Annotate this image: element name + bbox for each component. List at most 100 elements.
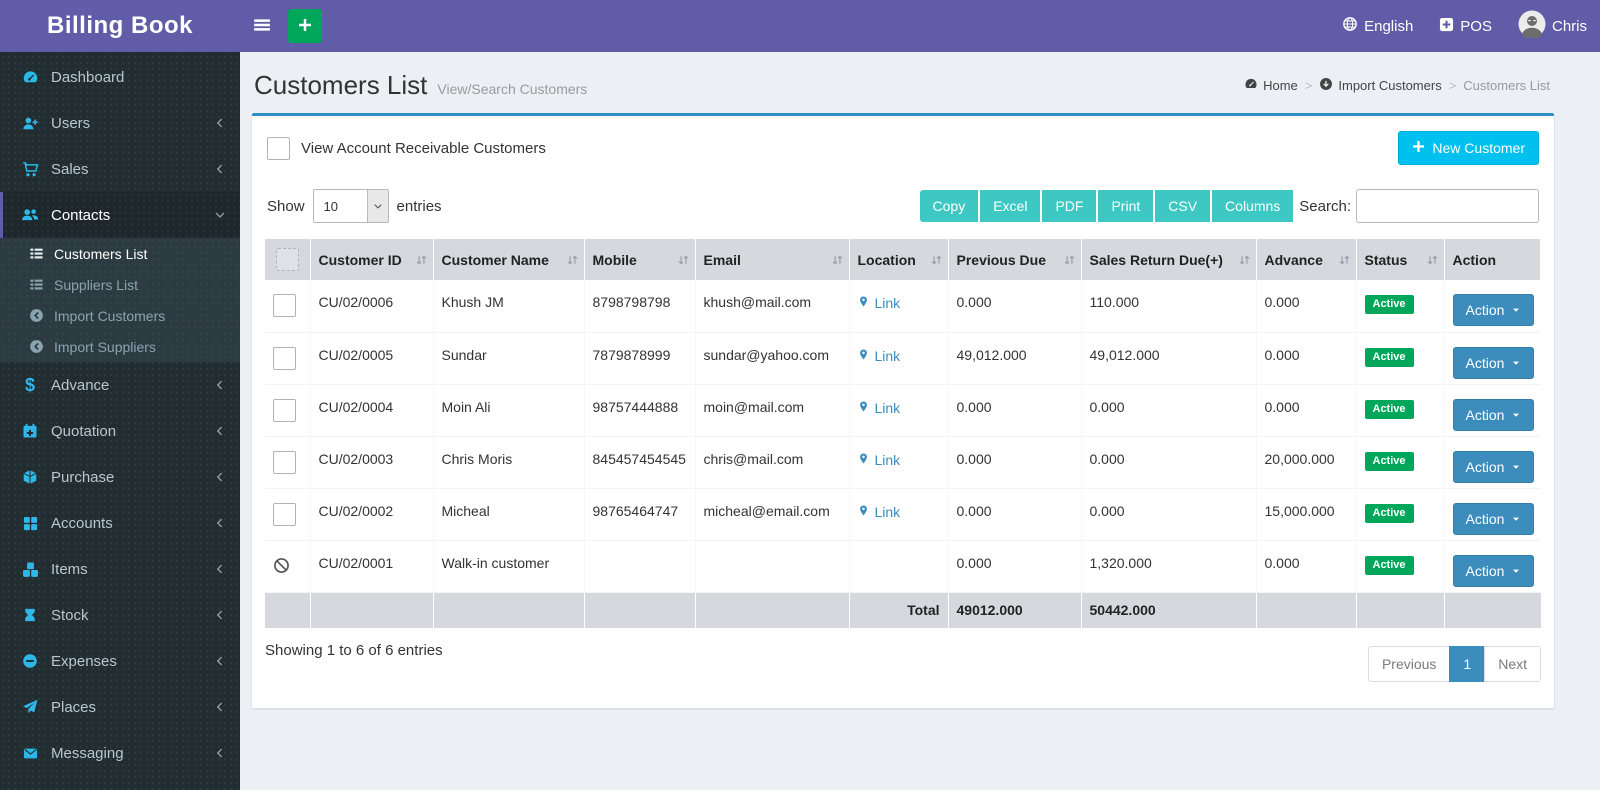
- sort-icon[interactable]: [677, 253, 690, 266]
- export-button[interactable]: CSV: [1155, 190, 1212, 222]
- show-entries: Show 10 entries: [267, 189, 442, 223]
- export-button[interactable]: Print: [1098, 190, 1155, 222]
- pagination: Previous 1 Next: [1368, 646, 1541, 682]
- action-button[interactable]: Action: [1453, 347, 1535, 379]
- sidebar-menu: Dashboard Users Sales Contacts Custo: [0, 52, 240, 776]
- email-cell: [695, 540, 849, 592]
- column-header[interactable]: Customer Name: [433, 239, 584, 280]
- email-cell: khush@mail.com: [695, 280, 849, 332]
- action-button[interactable]: Action: [1453, 503, 1535, 535]
- export-button[interactable]: Copy: [920, 190, 981, 222]
- breadcrumb-home[interactable]: Home: [1244, 77, 1298, 94]
- content: Customers List View/Search Customers Hom…: [240, 52, 1600, 790]
- sort-icon[interactable]: [1338, 253, 1351, 266]
- advance-cell: 0.000: [1256, 540, 1356, 592]
- sidebar-item-import-suppliers[interactable]: Import Suppliers: [0, 331, 240, 362]
- checkbox[interactable]: [267, 137, 290, 160]
- sidebar-item-sales[interactable]: Sales: [0, 146, 240, 192]
- action-button[interactable]: Action: [1453, 294, 1535, 326]
- entries-select[interactable]: 10: [313, 189, 389, 223]
- sidebar-item-dashboard[interactable]: Dashboard: [0, 54, 240, 100]
- app-root: Billing Book Dashboard Users Sales Cont: [0, 0, 1600, 790]
- row-checkbox[interactable]: [273, 347, 296, 370]
- column-header[interactable]: Previous Due: [948, 239, 1081, 280]
- search-box: Search:: [1299, 189, 1539, 223]
- sidebar-item-contacts[interactable]: Contacts: [0, 192, 240, 238]
- sort-icon[interactable]: [415, 253, 428, 266]
- column-header[interactable]: Customer ID: [310, 239, 433, 280]
- search-input[interactable]: [1356, 189, 1539, 223]
- sidebar-item-advance[interactable]: $ Advance: [0, 362, 240, 408]
- export-button[interactable]: Excel: [980, 190, 1042, 222]
- customer-name-cell: Moin Ali: [433, 384, 584, 436]
- sort-icon[interactable]: [566, 253, 579, 266]
- customer-id-cell: CU/02/0004: [310, 384, 433, 436]
- row-checkbox[interactable]: [273, 294, 296, 317]
- location-link[interactable]: Link: [858, 399, 901, 417]
- column-header[interactable]: Status: [1356, 239, 1444, 280]
- pagination-next[interactable]: Next: [1484, 646, 1541, 682]
- action-button[interactable]: Action: [1453, 555, 1535, 587]
- advance-cell: 15,000.000: [1256, 488, 1356, 540]
- pos-button[interactable]: POS: [1426, 0, 1505, 52]
- export-button[interactable]: Columns: [1212, 190, 1295, 222]
- language-menu[interactable]: English: [1329, 0, 1426, 52]
- row-checkbox[interactable]: [273, 503, 296, 526]
- sidebar-item-accounts[interactable]: Accounts: [0, 500, 240, 546]
- sort-icon[interactable]: [1426, 253, 1439, 266]
- sidebar-item-quotation[interactable]: Quotation: [0, 408, 240, 454]
- sidebar-item-users[interactable]: Users: [0, 100, 240, 146]
- sort-icon[interactable]: [1063, 253, 1076, 266]
- customer-name-cell: Micheal: [433, 488, 584, 540]
- location-link[interactable]: Link: [858, 294, 901, 312]
- sidebar-item-items[interactable]: Items: [0, 546, 240, 592]
- customer-row: CU/02/0005 Sundar 7879878999 sundar@yaho…: [265, 332, 1541, 384]
- action-button[interactable]: Action: [1453, 451, 1535, 483]
- sort-icon[interactable]: [930, 253, 943, 266]
- status-badge: Active: [1365, 452, 1414, 471]
- select-all-checkbox[interactable]: [276, 248, 299, 271]
- language-icon: [1342, 16, 1358, 36]
- mobile-cell: 98765464747: [584, 488, 695, 540]
- row-checkbox[interactable]: [273, 451, 296, 474]
- location-link[interactable]: Link: [858, 347, 901, 365]
- column-header[interactable]: Action: [1444, 239, 1541, 280]
- breadcrumb-import-customers[interactable]: Import Customers: [1319, 77, 1441, 94]
- sort-icon[interactable]: [831, 253, 844, 266]
- sort-icon[interactable]: [1238, 253, 1251, 266]
- customer-row: CU/02/0001 Walk-in customer 0.000 1,320.…: [265, 540, 1541, 592]
- sidebar-item-places[interactable]: Places: [0, 684, 240, 730]
- pagination-page-1[interactable]: 1: [1449, 646, 1485, 682]
- customer-name-cell: Sundar: [433, 332, 584, 384]
- paper-plane-icon: [18, 699, 42, 715]
- view-ar-customers-checkbox[interactable]: View Account Receivable Customers: [267, 137, 546, 160]
- sidebar-item-expenses[interactable]: Expenses: [0, 638, 240, 684]
- sidebar-item-stock[interactable]: Stock: [0, 592, 240, 638]
- row-checkbox[interactable]: [273, 399, 296, 422]
- list-icon: [26, 246, 46, 261]
- export-button[interactable]: PDF: [1042, 190, 1098, 222]
- sidebar-item-import-customers[interactable]: Import Customers: [0, 300, 240, 331]
- new-customer-button[interactable]: New Customer: [1398, 131, 1539, 165]
- column-header[interactable]: Location: [849, 239, 948, 280]
- customer-name-cell: Walk-in customer: [433, 540, 584, 592]
- column-header[interactable]: [265, 239, 310, 280]
- app-title: Billing Book: [47, 12, 193, 40]
- pagination-previous[interactable]: Previous: [1368, 646, 1450, 682]
- column-header[interactable]: Email: [695, 239, 849, 280]
- quick-add-button[interactable]: [288, 9, 322, 43]
- user-menu[interactable]: Chris: [1505, 0, 1600, 52]
- user-avatar: [1518, 10, 1546, 42]
- sidebar-item-customers-list[interactable]: Customers List: [0, 238, 240, 269]
- sidebar-item-suppliers-list[interactable]: Suppliers List: [0, 269, 240, 300]
- column-header[interactable]: Advance: [1256, 239, 1356, 280]
- action-button[interactable]: Action: [1453, 399, 1535, 431]
- location-link[interactable]: Link: [858, 503, 901, 521]
- sidebar-item-purchase[interactable]: Purchase: [0, 454, 240, 500]
- sidebar-item-messaging[interactable]: Messaging: [0, 730, 240, 776]
- location-link[interactable]: Link: [858, 451, 901, 469]
- sidebar-toggle-button[interactable]: [240, 0, 284, 52]
- column-header[interactable]: Mobile: [584, 239, 695, 280]
- app-logo[interactable]: Billing Book: [0, 0, 240, 52]
- column-header[interactable]: Sales Return Due(+): [1081, 239, 1256, 280]
